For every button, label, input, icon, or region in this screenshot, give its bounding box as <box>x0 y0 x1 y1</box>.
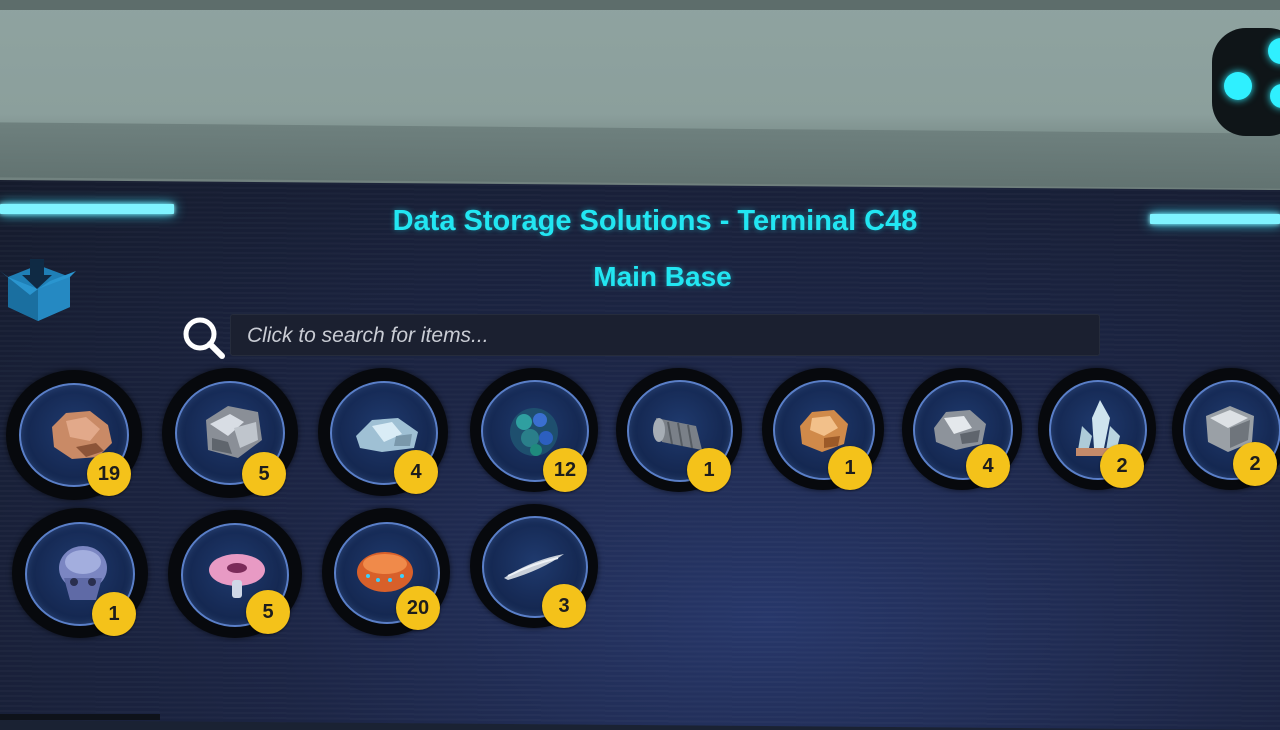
light-dot <box>1224 72 1252 100</box>
item-slot-metal-block[interactable]: 2 <box>1172 368 1280 490</box>
tooth-spike-icon <box>504 554 564 580</box>
item-slot-metal-cylinder[interactable]: 1 <box>616 368 742 492</box>
location-title: Main Base <box>593 261 732 292</box>
item-count-badge: 3 <box>542 584 586 628</box>
item-slot-coral-sample[interactable]: 20 <box>322 508 450 636</box>
wall-shelf <box>0 122 1280 189</box>
wall-light-badge <box>1212 28 1280 136</box>
metal-cylinder-icon <box>653 418 702 450</box>
coral-sample-icon <box>357 552 413 592</box>
item-count-badge: 20 <box>396 586 440 630</box>
search-input[interactable]: Click to search for items... <box>230 314 1100 356</box>
item-slot-quartz-crystal[interactable]: 2 <box>1038 368 1156 490</box>
magnifier-icon[interactable] <box>180 314 228 362</box>
light-dot <box>1270 84 1280 108</box>
item-slot-lead-ore[interactable]: 4 <box>902 368 1022 490</box>
item-slot-alien-skull-fossil[interactable]: 1 <box>12 508 148 638</box>
item-count-badge: 19 <box>87 452 131 496</box>
item-count-badge: 4 <box>966 444 1010 488</box>
item-count-badge: 1 <box>687 448 731 492</box>
terminal-title: Data Storage Solutions - Terminal C48 <box>392 205 918 237</box>
light-dot <box>1268 38 1280 64</box>
item-slot-pink-mushroom[interactable]: 5 <box>168 510 302 638</box>
item-count-badge: 1 <box>92 592 136 636</box>
panel-bottom-edge <box>0 714 160 720</box>
item-slot-gold-nugget[interactable]: 1 <box>762 368 884 490</box>
item-count-badge: 12 <box>543 448 587 492</box>
item-count-badge: 5 <box>242 452 286 496</box>
item-count-badge: 5 <box>246 590 290 634</box>
item-count-badge: 1 <box>828 446 872 490</box>
item-slot-titanium-chunk[interactable]: 5 <box>162 368 298 498</box>
item-count-badge: 4 <box>394 450 438 494</box>
item-slot-copper-ore[interactable]: 19 <box>6 370 142 500</box>
storage-box-icon[interactable] <box>0 255 76 327</box>
item-count-badge: 2 <box>1100 444 1144 488</box>
item-slot-blue-crystal-cluster[interactable]: 12 <box>470 368 598 492</box>
wall-strip <box>0 0 1280 10</box>
item-count-badge: 2 <box>1233 442 1277 486</box>
item-slot-tooth-spike[interactable]: 3 <box>470 504 598 628</box>
item-slot-silver-ore[interactable]: 4 <box>318 368 448 496</box>
